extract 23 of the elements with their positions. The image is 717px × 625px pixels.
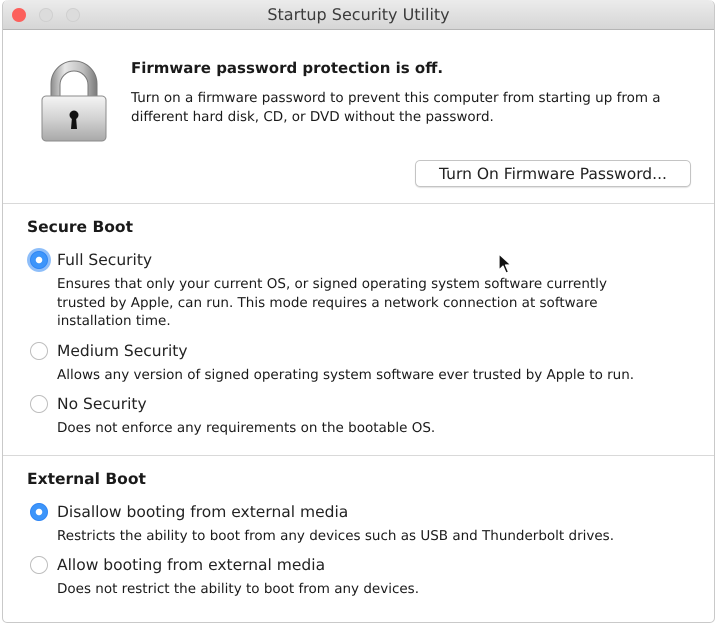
option-description: Does not restrict the ability to boot from any devices. [57, 580, 420, 598]
option-label[interactable]: Disallow booting from external media [57, 502, 348, 520]
option-label[interactable]: No Security [57, 395, 147, 413]
mouse-pointer-icon [498, 253, 512, 275]
option-label[interactable]: Medium Security [57, 342, 188, 360]
section-heading: Secure Boot [27, 218, 134, 236]
radio-button[interactable] [30, 502, 48, 520]
option-label[interactable]: Full Security [57, 251, 152, 269]
option-description: Allows any version of signed operating system software ever trusted by Apple to run. [57, 366, 636, 384]
section-heading: External Boot [27, 470, 147, 488]
option-description: Restricts the ability to boot from any devices such as USB and Thunderbolt drives. [57, 526, 616, 545]
option-description: Does not enforce any requirements on the bootable OS. [57, 419, 436, 438]
option-label[interactable]: Allow booting from external media [57, 556, 326, 574]
radio-button[interactable] [30, 342, 48, 360]
close-button[interactable] [12, 8, 26, 22]
radio-button[interactable] [30, 556, 48, 574]
turn-on-password-button[interactable]: Turn On Firmware Password... [415, 160, 691, 187]
option-description: Ensures that only your current OS, or signed operating system software currently trusted by Apple, can run. This mode requires a network connection at software installation time. [57, 275, 608, 330]
window-title: Startup Security Utility [267, 5, 450, 24]
status-heading: Firmware password protection is off. [131, 59, 444, 77]
status-description: Turn on a firmware password to prevent this computer from starting up from a different hard disk, CD, or DVD without the password. [131, 89, 662, 126]
radio-button[interactable] [30, 395, 48, 413]
padlock-icon [41, 58, 107, 142]
